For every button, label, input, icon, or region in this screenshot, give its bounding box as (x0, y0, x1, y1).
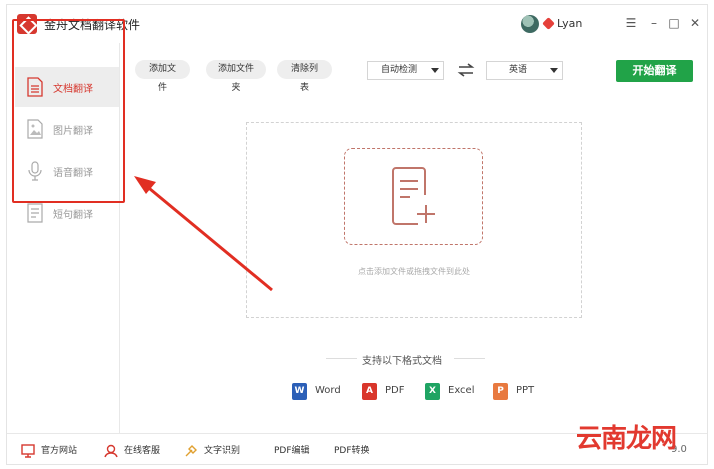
formats-title: 支持以下格式文档 (362, 356, 442, 367)
watermark-text: 云南龙网 (576, 424, 677, 454)
pdf-icon: A (362, 383, 377, 400)
add-file-area[interactable] (344, 148, 483, 245)
pdf-edit-link[interactable]: PDF编辑 (274, 443, 310, 459)
sidebar: 文档翻译 图片翻译 语音翻译 短句翻译 (7, 43, 120, 433)
sidebar-item-sentence-translate[interactable]: 短句翻译 (15, 193, 119, 233)
support-agent-icon (104, 444, 118, 457)
document-icon (27, 77, 43, 97)
sidebar-item-document-translate[interactable]: 文档翻译 (15, 67, 119, 107)
divider (454, 358, 485, 359)
maximize-button[interactable]: □ (667, 15, 681, 31)
file-drop-zone[interactable]: 点击添加文件或拖拽文件到此处 (246, 122, 582, 318)
menu-button[interactable]: ☰ (624, 15, 638, 31)
format-label: PPT (516, 385, 535, 396)
sentence-icon (27, 203, 43, 223)
ocr-link[interactable]: 文字识别 (184, 443, 240, 459)
vip-badge-icon (542, 17, 555, 30)
source-language-select[interactable]: 自动检测 (367, 61, 444, 80)
title-bar: 金舟文档翻译软件 Lyan ☰ – □ ✕ (7, 5, 707, 43)
sidebar-item-voice-translate[interactable]: 语音翻译 (15, 151, 119, 191)
add-folder-button[interactable]: 添加文件夹 (206, 60, 266, 93)
official-website-link[interactable]: 官方网站 (21, 443, 77, 459)
ppt-icon: P (493, 383, 508, 400)
start-translate-button[interactable]: 开始翻译 (616, 60, 693, 82)
target-language-select[interactable]: 英语 (486, 61, 563, 80)
app-title: 金舟文档翻译软件 (44, 18, 141, 32)
official-website-label: 官方网站 (41, 446, 78, 456)
sidebar-item-label: 短句翻译 (53, 210, 93, 221)
target-language-value: 英语 (508, 65, 527, 75)
divider (326, 358, 357, 359)
format-label: PDF (385, 385, 405, 396)
add-document-icon (392, 167, 435, 225)
online-support-link[interactable]: 在线客服 (104, 443, 160, 459)
swap-languages-icon[interactable] (457, 61, 475, 79)
clear-list-button[interactable]: 清除列表 (277, 60, 332, 93)
monitor-icon (21, 443, 35, 458)
microphone-icon (28, 161, 42, 181)
ocr-label: 文字识别 (204, 446, 241, 456)
excel-icon: X (425, 383, 440, 400)
app-logo-icon (17, 14, 37, 34)
format-label: Excel (448, 385, 475, 396)
user-avatar[interactable] (521, 15, 539, 33)
format-label: Word (315, 385, 341, 396)
sidebar-item-image-translate[interactable]: 图片翻译 (15, 109, 119, 149)
pdf-convert-link[interactable]: PDF转换 (334, 443, 370, 459)
word-icon: W (292, 383, 307, 400)
chevron-down-icon (550, 68, 558, 73)
online-support-label: 在线客服 (124, 446, 161, 456)
chevron-down-icon (431, 68, 439, 73)
user-name[interactable]: Lyan (557, 17, 582, 30)
app-window: 金舟文档翻译软件 Lyan ☰ – □ ✕ 文档翻译 图片翻译 语音翻译 短句翻… (6, 4, 708, 465)
ocr-icon (185, 444, 197, 456)
source-language-value: 自动检测 (380, 65, 417, 75)
sidebar-item-label: 语音翻译 (53, 168, 93, 179)
sidebar-item-label: 文档翻译 (53, 84, 93, 95)
drop-hint-text: 点击添加文件或拖拽文件到此处 (358, 267, 470, 276)
image-icon (27, 119, 43, 139)
add-file-button[interactable]: 添加文件 (135, 60, 190, 93)
sidebar-item-label: 图片翻译 (53, 126, 93, 137)
minimize-button[interactable]: – (647, 15, 661, 31)
close-button[interactable]: ✕ (688, 15, 702, 31)
